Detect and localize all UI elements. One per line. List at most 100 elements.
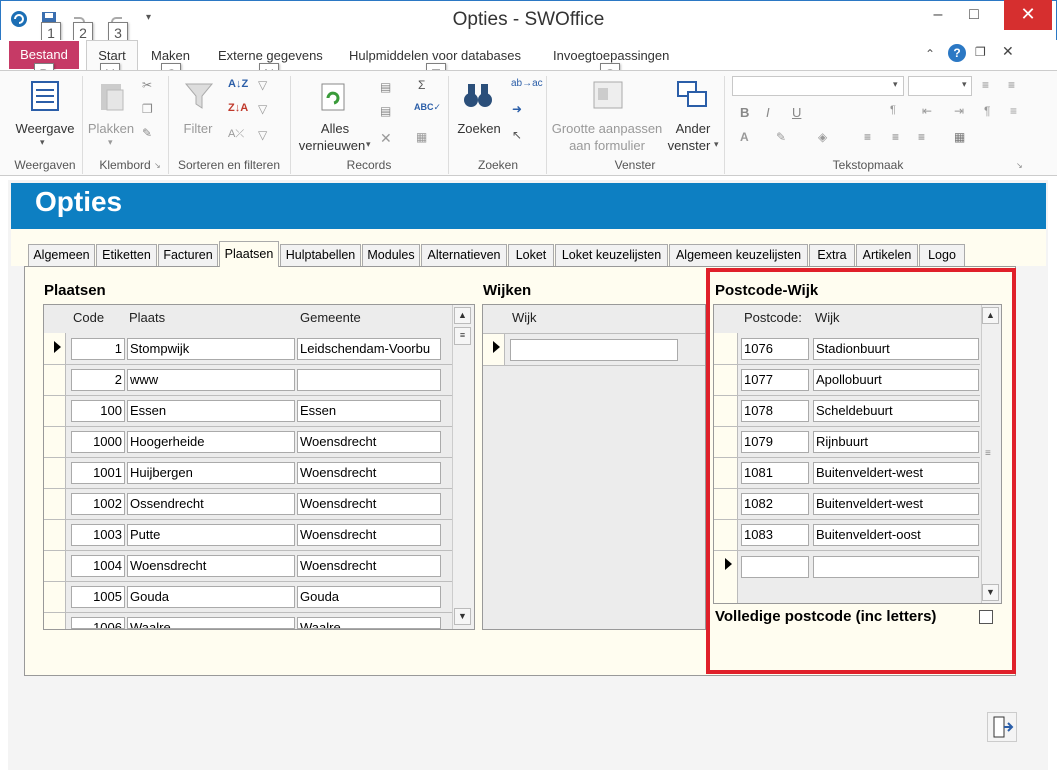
align-left-icon[interactable]: ≡ [864, 130, 871, 144]
tab-logo[interactable]: Logo [919, 244, 965, 266]
tab-modules[interactable]: Modules [362, 244, 420, 266]
delete-record-icon[interactable]: ✕ [380, 130, 392, 147]
tekstopmaak-launcher-icon[interactable]: ↘ [1016, 161, 1023, 170]
rtl-icon[interactable]: ¶ [984, 104, 990, 118]
tab-extra[interactable]: Extra [809, 244, 855, 266]
ander-venster-dropdown-icon[interactable]: ▾ [714, 139, 719, 150]
close-button[interactable]: ✕ [1004, 0, 1052, 30]
help-icon[interactable]: ? [948, 44, 966, 62]
weergave-button[interactable]: Weergave [12, 120, 78, 137]
code-cell[interactable]: 100 [71, 400, 125, 422]
plaats-cell[interactable]: www [127, 369, 295, 391]
font-name-combo[interactable] [732, 76, 904, 96]
plaats-cell[interactable]: Waalre [127, 617, 295, 629]
collapse-ribbon-icon[interactable]: ⌃ [925, 47, 935, 61]
zoeken-button[interactable]: Zoeken [452, 120, 506, 137]
klembord-launcher-icon[interactable]: ↘ [154, 161, 161, 170]
tab-loket-keuzelijsten[interactable]: Loket keuzelijsten [555, 244, 668, 266]
tab-artikelen[interactable]: Artikelen [856, 244, 918, 266]
tab-algemeen-keuzelijsten[interactable]: Algemeen keuzelijsten [669, 244, 808, 266]
plakken-button[interactable]: Plakken [86, 120, 136, 137]
weergave-dropdown-icon[interactable]: ▾ [40, 137, 45, 148]
bullets-icon[interactable]: ≡ [982, 78, 989, 92]
numbering-icon[interactable]: ≡ [1008, 78, 1015, 92]
gemeente-cell[interactable]: Woensdrecht [297, 493, 441, 515]
tab-externe-gegevens[interactable]: Externe gegevens [218, 48, 323, 63]
plaats-cell[interactable]: Hoogerheide [127, 431, 295, 453]
plaats-cell[interactable]: Essen [127, 400, 295, 422]
tab-hulpmiddelen[interactable]: Hulpmiddelen voor databases [349, 48, 521, 63]
tab-loket[interactable]: Loket [508, 244, 554, 266]
minimize-button[interactable]: – [920, 4, 956, 28]
ander-venster-line2[interactable]: venster [664, 137, 714, 154]
alles-vernieuwen-line2[interactable]: vernieuwen [292, 137, 372, 154]
replace-icon[interactable]: ab→ac [511, 78, 543, 89]
underline-button[interactable]: U [792, 105, 801, 120]
tab-etiketten[interactable]: Etiketten [96, 244, 157, 266]
highlight-icon[interactable]: ✎ [776, 130, 786, 144]
code-cell[interactable]: 1002 [71, 493, 125, 515]
gemeente-cell[interactable]: Gouda [297, 586, 441, 608]
outdent-icon[interactable]: ⇥ [954, 104, 964, 118]
tab-plaatsen[interactable]: Plaatsen [219, 241, 279, 267]
plaatsen-scrollbar[interactable] [452, 305, 474, 629]
wijken-new-row-input[interactable] [510, 339, 678, 361]
gemeente-cell[interactable]: Woensdrecht [297, 462, 441, 484]
close-doc-icon[interactable]: ✕ [1002, 43, 1014, 60]
sort-descending-icon[interactable]: Z↓A [228, 102, 248, 114]
align-right-icon[interactable]: ≡ [918, 130, 925, 144]
cut-icon[interactable]: ✂ [142, 78, 152, 92]
exit-button[interactable] [987, 712, 1017, 742]
sort-ascending-icon[interactable]: A↓Z [228, 78, 248, 90]
code-cell[interactable]: 1000 [71, 431, 125, 453]
gemeente-cell[interactable]: Essen [297, 400, 441, 422]
tab-maken[interactable]: Maken [151, 48, 190, 63]
vernieuwen-dropdown-icon[interactable]: ▾ [366, 139, 371, 150]
grootte-aanpassen-line2[interactable]: aan formulier [548, 137, 666, 154]
code-cell[interactable]: 1005 [71, 586, 125, 608]
gemeente-cell[interactable] [297, 369, 441, 391]
code-cell[interactable]: 1 [71, 338, 125, 360]
scroll-up-icon[interactable]: ▲ [454, 307, 471, 324]
grootte-aanpassen-line1[interactable]: Grootte aanpassen [548, 120, 666, 137]
totals-icon[interactable]: Σ [418, 78, 425, 92]
code-cell[interactable]: 1001 [71, 462, 125, 484]
fill-color-icon[interactable]: ◈ [818, 130, 827, 144]
ltr-icon[interactable]: ¶ [890, 104, 896, 116]
plaats-cell[interactable]: Gouda [127, 586, 295, 608]
ander-venster-line1[interactable]: Ander [666, 120, 720, 137]
line-icon[interactable]: ≡ [1010, 104, 1017, 118]
selection-icon[interactable]: ▽ [258, 78, 267, 92]
gemeente-cell[interactable]: Waalre [297, 617, 441, 629]
toggle-filter-icon[interactable]: ▽ [258, 128, 267, 142]
plaats-cell[interactable]: Ossendrecht [127, 493, 295, 515]
font-color-icon[interactable]: A [740, 130, 749, 144]
italic-button[interactable]: I [766, 105, 770, 120]
code-cell[interactable]: 2 [71, 369, 125, 391]
tab-facturen[interactable]: Facturen [158, 244, 218, 266]
save-record-icon[interactable]: ▤ [380, 104, 391, 118]
plaats-cell[interactable]: Putte [127, 524, 295, 546]
remove-sort-icon[interactable]: A⤫ [228, 128, 244, 141]
gemeente-cell[interactable]: Woensdrecht [297, 524, 441, 546]
new-record-icon[interactable]: ▤ [380, 80, 391, 94]
alles-vernieuwen-line1[interactable]: Alles [292, 120, 378, 137]
tab-alternatieven[interactable]: Alternatieven [421, 244, 507, 266]
font-name-dropdown-icon[interactable]: ▾ [893, 79, 898, 90]
copy-icon[interactable]: ❐ [142, 102, 153, 116]
filter-button[interactable]: Filter [176, 120, 220, 137]
plaats-cell[interactable]: Huijbergen [127, 462, 295, 484]
gemeente-cell[interactable]: Woensdrecht [297, 431, 441, 453]
row-selector-column[interactable] [44, 333, 66, 629]
restore-doc-icon[interactable]: ❐ [975, 45, 986, 59]
gridlines-icon[interactable]: ▦ [954, 130, 965, 144]
format-painter-icon[interactable]: ✎ [142, 126, 152, 140]
font-size-dropdown-icon[interactable]: ▾ [962, 79, 967, 90]
gemeente-cell[interactable]: Woensdrecht [297, 555, 441, 577]
plaats-cell[interactable]: Stompwijk [127, 338, 295, 360]
code-cell[interactable]: 1006 [71, 617, 125, 629]
tab-algemeen[interactable]: Algemeen [28, 244, 95, 266]
scroll-thumb[interactable]: ≡ [454, 327, 471, 345]
code-cell[interactable]: 1003 [71, 524, 125, 546]
scroll-down-icon[interactable]: ▼ [454, 608, 471, 625]
